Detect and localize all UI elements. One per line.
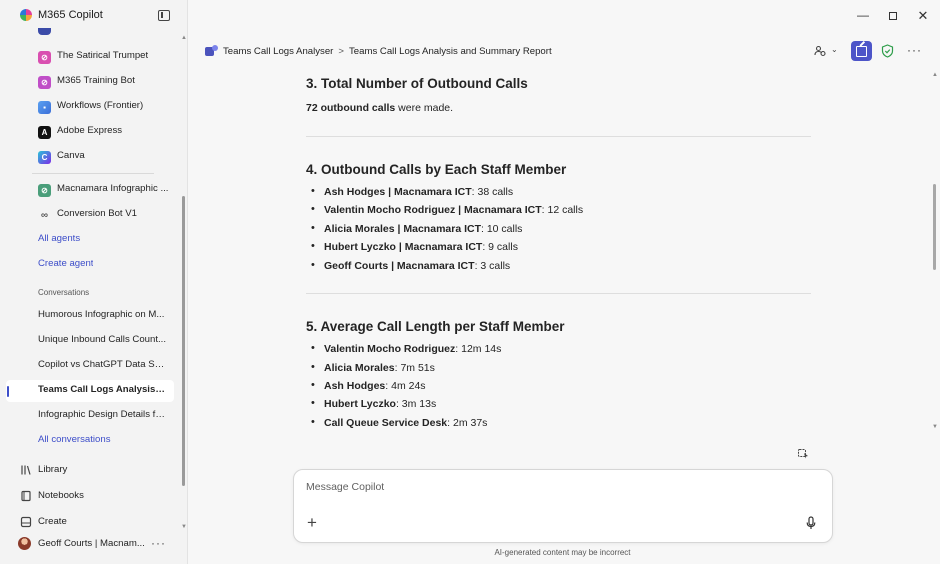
content-scrollbar[interactable] bbox=[933, 184, 936, 270]
list-item: Hubert Lyczko | Macnamara ICT: 9 calls bbox=[311, 240, 518, 253]
sidebar-divider bbox=[32, 173, 154, 174]
breadcrumb: Teams Call Logs Analyser > Teams Call Lo… bbox=[205, 45, 552, 57]
message-input[interactable]: Message Copilot bbox=[306, 481, 384, 493]
adobe-express-icon: A bbox=[38, 126, 51, 139]
satirical-trumpet-icon: ⊘ bbox=[38, 51, 51, 64]
maximize-icon[interactable] bbox=[885, 8, 901, 24]
library-icon bbox=[21, 465, 31, 475]
new-chat-button[interactable] bbox=[851, 41, 872, 61]
conversation-item[interactable]: Infographic Design Details fo... bbox=[6, 405, 174, 427]
sidebar-item-satirical-trumpet[interactable]: ⊘ The Satirical Trumpet bbox=[6, 46, 174, 68]
workflows-icon: ▪ bbox=[38, 101, 51, 114]
conversation-item[interactable]: Unique Inbound Calls Count... bbox=[6, 330, 174, 352]
scroll-down-icon[interactable]: ▼ bbox=[181, 524, 187, 530]
conversation-item[interactable]: Copilot vs ChatGPT Data Sec... bbox=[6, 355, 174, 377]
section-3-text: 72 outbound calls were made. bbox=[306, 102, 454, 114]
notebook-icon bbox=[21, 490, 31, 502]
sidebar-item-macnamara-infographic[interactable]: ⊘ Macnamara Infographic ... bbox=[6, 179, 174, 201]
sidebar-item-adobe-express[interactable]: A Adobe Express bbox=[6, 121, 174, 143]
scroll-up-icon[interactable]: ▲ bbox=[181, 35, 187, 41]
conversation-item-active[interactable]: Teams Call Logs Analysis an... bbox=[6, 380, 174, 402]
canva-icon: C bbox=[38, 151, 51, 164]
ai-disclaimer: AI-generated content may be incorrect bbox=[494, 548, 631, 557]
section-4-heading: 4. Outbound Calls by Each Staff Member bbox=[306, 162, 567, 177]
sidebar-item-m365-training-bot[interactable]: ⊘ M365 Training Bot bbox=[6, 71, 174, 93]
list-item: Ash Hodges: 4m 24s bbox=[311, 379, 426, 392]
section-5-heading: 5. Average Call Length per Staff Member bbox=[306, 319, 565, 334]
section-divider bbox=[306, 293, 811, 294]
add-attachment-icon[interactable]: + bbox=[307, 514, 317, 531]
m365-copilot-logo-icon bbox=[20, 9, 32, 21]
training-bot-icon: ⊘ bbox=[38, 76, 51, 89]
create-agent-link[interactable]: Create agent bbox=[6, 254, 174, 276]
list-item: Geoff Courts | Macnamara ICT: 3 calls bbox=[311, 259, 510, 272]
teams-icon bbox=[205, 45, 218, 57]
conversation-item[interactable]: Humorous Infographic on M... bbox=[6, 305, 174, 327]
sidebar-item-create[interactable]: Create bbox=[0, 511, 180, 533]
toggle-sidebar-icon[interactable] bbox=[158, 10, 170, 21]
breadcrumb-agent[interactable]: Teams Call Logs Analyser bbox=[223, 46, 333, 57]
breadcrumb-title: Teams Call Logs Analysis and Summary Rep… bbox=[349, 45, 552, 57]
infographic-agent-icon: ⊘ bbox=[38, 184, 51, 197]
scroll-up-icon[interactable]: ▲ bbox=[932, 72, 938, 78]
list-item: Ash Hodges | Macnamara ICT: 38 calls bbox=[311, 185, 513, 198]
list-item: Alicia Morales: 7m 51s bbox=[311, 361, 435, 374]
create-icon bbox=[20, 516, 32, 528]
minimize-icon[interactable]: — bbox=[855, 8, 871, 24]
conversations-section-label: Conversations bbox=[38, 288, 90, 297]
breadcrumb-separator: > bbox=[338, 45, 344, 57]
sidebar-item-conversion-bot[interactable]: ∞ Conversion Bot V1 bbox=[6, 204, 174, 226]
scroll-down-icon[interactable]: ▼ bbox=[932, 424, 938, 430]
more-options-icon[interactable]: ··· bbox=[907, 43, 922, 57]
screenshot-tool-icon[interactable] bbox=[797, 447, 809, 459]
conversion-bot-icon: ∞ bbox=[40, 210, 49, 221]
section-divider bbox=[306, 136, 811, 137]
section-3-heading: 3. Total Number of Outbound Calls bbox=[306, 76, 528, 91]
app-title: M365 Copilot bbox=[38, 9, 103, 21]
all-conversations-link[interactable]: All conversations bbox=[6, 430, 174, 452]
list-item: Alicia Morales | Macnamara ICT: 10 calls bbox=[311, 222, 522, 235]
sidebar-item-workflows[interactable]: ▪ Workflows (Frontier) bbox=[6, 96, 174, 118]
close-icon[interactable]: ✕ bbox=[915, 8, 931, 24]
sidebar-item-canva[interactable]: C Canva bbox=[6, 146, 174, 168]
active-indicator bbox=[7, 386, 9, 397]
sidebar: M365 Copilot ⊘ The Satirical Trumpet ⊘ M… bbox=[0, 0, 188, 564]
list-item: Valentin Mocho Rodriguez | Macnamara ICT… bbox=[311, 203, 583, 216]
list-item: Valentin Mocho Rodriguez: 12m 14s bbox=[311, 342, 501, 355]
chevron-down-icon[interactable]: ⌄ bbox=[831, 45, 838, 54]
sidebar-scrollbar[interactable] bbox=[182, 196, 185, 486]
all-agents-link[interactable]: All agents bbox=[6, 229, 174, 251]
shield-check-icon[interactable] bbox=[881, 44, 894, 58]
microphone-icon[interactable] bbox=[806, 516, 816, 530]
partial-agent-icon bbox=[38, 28, 51, 35]
people-settings-icon[interactable] bbox=[814, 45, 826, 57]
sidebar-item-notebooks[interactable]: Notebooks bbox=[0, 485, 180, 507]
sidebar-item-library[interactable]: Library bbox=[0, 459, 180, 481]
list-item: Hubert Lyczko: 3m 13s bbox=[311, 397, 436, 410]
list-item: Call Queue Service Desk: 2m 37s bbox=[311, 416, 487, 429]
